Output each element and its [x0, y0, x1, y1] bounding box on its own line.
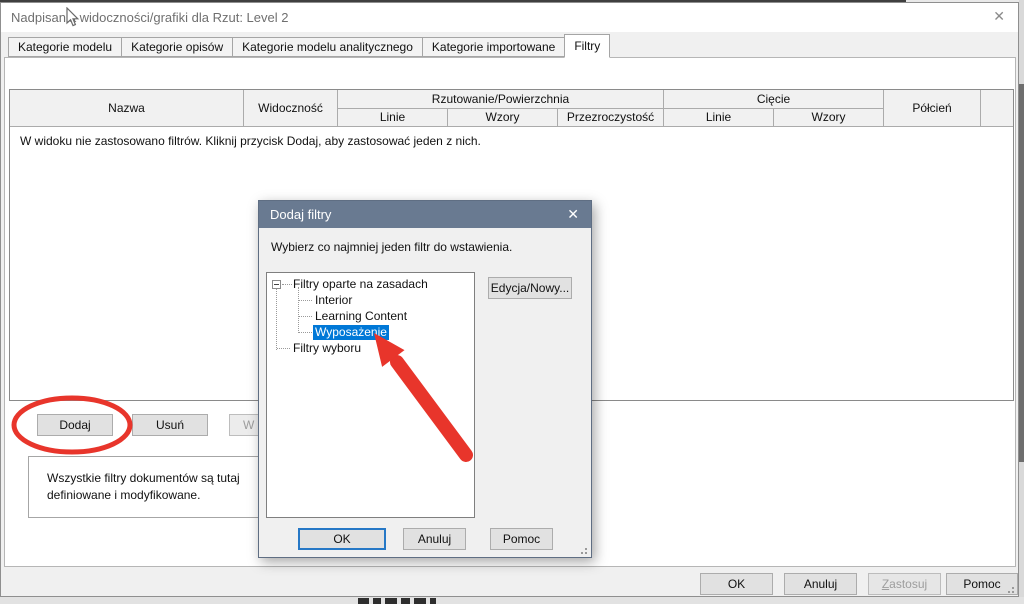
pomoc-button-label: Pomoc: [963, 577, 1000, 591]
clipped-text-artifact: [414, 598, 426, 604]
clipped-text-artifact: [430, 598, 436, 604]
modal-pomoc-button[interactable]: Pomoc: [490, 528, 553, 550]
background-app-edge-right: [1019, 0, 1024, 604]
close-icon[interactable]: ✕: [993, 8, 1005, 25]
tab-filtry[interactable]: Filtry: [564, 34, 610, 58]
zastosuj-button-label: Zastosuj: [882, 577, 927, 591]
usun-button[interactable]: Usuń: [132, 414, 208, 436]
tree-item-label-selected: Wyposażenie: [313, 325, 389, 340]
clipped-text-artifact: [401, 598, 410, 604]
tree-item-filtry-wyboru[interactable]: Filtry wyboru: [267, 341, 474, 357]
modal-resize-grip[interactable]: [578, 545, 588, 555]
column-header-empty: [981, 90, 1013, 127]
column-header-ciecie-wzory: Wzory: [774, 109, 884, 127]
tree-item-filtry-oparte-na-zasadach[interactable]: Filtry oparte na zasadach: [267, 277, 474, 293]
collapse-minus-icon[interactable]: [272, 280, 281, 289]
modal-pomoc-button-label: Pomoc: [503, 532, 540, 546]
anuluj-button-label: Anuluj: [804, 577, 837, 591]
tree-item-label: Learning Content: [315, 309, 407, 324]
add-filters-dialog: Dodaj filtry ✕ Wybierz co najmniej jeden…: [258, 200, 592, 558]
modal-ok-button[interactable]: OK: [298, 528, 386, 550]
empty-filters-message: W widoku nie zastosowano filtrów. Klikni…: [20, 134, 481, 148]
tree-item-interior[interactable]: Interior: [267, 293, 474, 309]
dodaj-button-label: Dodaj: [59, 418, 90, 432]
background-scroll-strip: [1019, 84, 1024, 462]
resize-grip[interactable]: [1005, 584, 1015, 594]
zastosuj-button-disabled[interactable]: Zastosuj: [868, 573, 941, 595]
dialog-titlebar: Nadpisania widoczności/grafiki dla Rzut:…: [1, 3, 1018, 32]
column-group-ciecie: Cięcie: [664, 90, 884, 109]
tab-kategorie-opisow[interactable]: Kategorie opisów: [121, 37, 233, 57]
screen: Nadpisania widoczności/grafiki dla Rzut:…: [0, 0, 1024, 604]
column-group-rzutowanie: Rzutowanie/Powierzchnia: [338, 90, 664, 109]
filter-tree: Filtry oparte na zasadach Interior Learn…: [266, 272, 475, 518]
edycja-nowy-button-label: Edycja/Nowy...: [491, 281, 569, 295]
dodaj-button[interactable]: Dodaj: [37, 414, 113, 436]
background-app-edge-bottom: [0, 597, 1024, 604]
dialog-title: Nadpisania widoczności/grafiki dla Rzut:…: [11, 10, 288, 25]
column-header-polcien: Półcień: [884, 90, 981, 127]
modal-anuluj-button[interactable]: Anuluj: [403, 528, 466, 550]
edycja-nowy-button[interactable]: Edycja/Nowy...: [488, 277, 572, 299]
modal-anuluj-button-label: Anuluj: [418, 532, 451, 546]
modal-title: Dodaj filtry: [270, 207, 331, 222]
tree-item-label: Filtry wyboru: [293, 341, 361, 356]
partially-hidden-button-label: W: [243, 415, 254, 435]
tree-item-wyposazenie-selected[interactable]: Wyposażenie: [267, 325, 474, 341]
tab-kategorie-modelu[interactable]: Kategorie modelu: [8, 37, 122, 57]
modal-subtitle: Wybierz co najmniej jeden filtr do wstaw…: [271, 240, 512, 254]
tab-bar: Kategorie modelu Kategorie opisów Katego…: [8, 36, 609, 57]
modal-close-icon[interactable]: ✕: [567, 206, 579, 223]
modal-titlebar: Dodaj filtry ✕: [259, 201, 591, 228]
usun-button-label: Usuń: [156, 418, 184, 432]
clipped-text-artifact: [358, 598, 369, 604]
column-header-widocznosc: Widoczność: [244, 90, 338, 127]
column-header-rzutowanie-wzory: Wzory: [448, 109, 558, 127]
anuluj-button[interactable]: Anuluj: [784, 573, 857, 595]
ok-button[interactable]: OK: [700, 573, 773, 595]
column-header-nazwa: Nazwa: [10, 90, 244, 127]
column-header-ciecie-linie: Linie: [664, 109, 774, 127]
tab-kategorie-modelu-analitycznego[interactable]: Kategorie modelu analitycznego: [232, 37, 423, 57]
tree-item-label: Filtry oparte na zasadach: [293, 277, 428, 292]
tab-kategorie-importowane[interactable]: Kategorie importowane: [422, 37, 565, 57]
tree-item-label: Interior: [315, 293, 352, 308]
column-header-rzutowanie-linie: Linie: [338, 109, 448, 127]
modal-ok-button-label: OK: [333, 532, 350, 546]
clipped-text-artifact: [373, 598, 381, 604]
clipped-text-artifact: [385, 598, 397, 604]
column-header-przezroczystosc: Przezroczystość: [558, 109, 664, 127]
tree-item-learning-content[interactable]: Learning Content: [267, 309, 474, 325]
ok-button-label: OK: [728, 577, 745, 591]
